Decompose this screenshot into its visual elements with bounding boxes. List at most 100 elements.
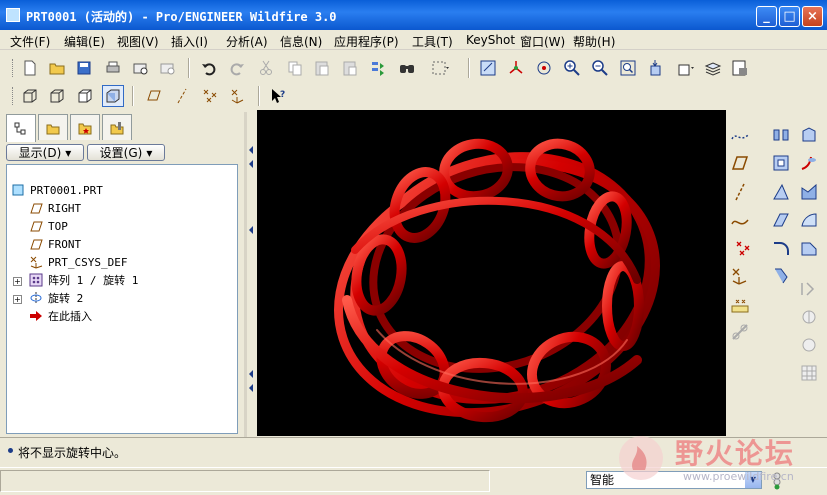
datum-curve-tool-icon[interactable] (729, 209, 751, 231)
extrude-tool-icon[interactable] (770, 124, 792, 146)
merge-tool-icon[interactable] (798, 306, 820, 328)
menu-file[interactable]: 文件(F) (10, 33, 50, 50)
display-dropdown[interactable]: 显示(D) ▾ (6, 144, 84, 161)
context-help-icon[interactable]: ? (267, 85, 289, 107)
graphics-window[interactable] (257, 110, 726, 436)
view-manager-icon[interactable] (729, 57, 751, 79)
csys-tool-icon[interactable] (729, 265, 751, 287)
shading-icon[interactable] (102, 85, 124, 107)
menu-applications[interactable]: 应用程序(P) (334, 33, 399, 50)
paste-icon[interactable] (311, 57, 333, 79)
round-tool-icon[interactable] (770, 237, 792, 259)
open-folder-icon[interactable] (46, 57, 68, 79)
menu-tools[interactable]: 工具(T) (412, 33, 453, 50)
rib-tool-icon[interactable] (798, 181, 820, 203)
tab-connections[interactable] (102, 114, 132, 140)
datum-axis-tool-icon[interactable] (729, 181, 751, 203)
find-binoculars-icon[interactable] (396, 57, 418, 79)
trim-tool-icon[interactable] (798, 334, 820, 356)
toolbar-main (0, 54, 827, 82)
regenerate-icon[interactable] (367, 57, 389, 79)
menu-help[interactable]: 帮助(H) (573, 33, 615, 50)
menu-window[interactable]: 窗口(W) (520, 33, 565, 50)
navigator-panel: 显示(D) ▾ 设置(G) ▾ PRT0001.PRT RIGHT TOP FRON… (0, 112, 243, 437)
draft-tool-icon[interactable] (770, 181, 792, 203)
copy-icon[interactable] (284, 57, 306, 79)
feature-toolbar (726, 110, 827, 436)
svg-text:?: ? (280, 90, 285, 100)
zoom-in-icon[interactable] (561, 57, 583, 79)
print-icon[interactable] (102, 57, 124, 79)
sketch-datum-icon[interactable] (729, 124, 751, 146)
menu-edit[interactable]: 编辑(E) (64, 33, 105, 50)
refit-icon[interactable] (617, 57, 639, 79)
model-tree: PRT0001.PRT RIGHT TOP FRONT PRT_CSYS_DEF… (6, 164, 238, 434)
settings-dropdown[interactable]: 设置(G) ▾ (87, 144, 165, 161)
orient-mode-icon[interactable] (533, 57, 555, 79)
tree-item-right[interactable]: RIGHT (28, 200, 81, 216)
pattern-grid-icon[interactable] (798, 362, 820, 384)
pattern-icon (28, 273, 44, 287)
selection-box-dropdown[interactable] (424, 57, 456, 79)
tree-item-revolve[interactable]: 旋转 2 (28, 290, 83, 306)
datum-planes-toggle-icon[interactable] (142, 85, 164, 107)
expand-toggle-pattern[interactable]: + (13, 277, 22, 286)
csys-toggle-icon[interactable] (227, 85, 249, 107)
no-hidden-icon[interactable] (74, 85, 96, 107)
blend-tool-icon[interactable] (770, 209, 792, 231)
save-icon[interactable] (73, 57, 95, 79)
tab-folder-browser[interactable] (38, 114, 68, 140)
tree-item-pattern[interactable]: 阵列 1 / 旋转 1 (28, 272, 138, 288)
hole-tool-icon[interactable] (770, 265, 792, 287)
mirror-tool-icon[interactable] (798, 278, 820, 300)
close-button[interactable]: × (802, 6, 823, 27)
status-field (0, 470, 490, 492)
forum-watermark: 野火论坛 www.proewildfire.cn (613, 430, 825, 492)
info-bullet-icon (8, 448, 13, 453)
datum-axes-toggle-icon[interactable] (171, 85, 193, 107)
undo-icon[interactable] (198, 57, 220, 79)
tree-item-csys[interactable]: PRT_CSYS_DEF (28, 254, 127, 270)
maximize-button[interactable]: □ (779, 6, 800, 27)
menu-analysis[interactable]: 分析(A) (226, 33, 268, 50)
menu-insert[interactable]: 插入(I) (171, 33, 208, 50)
minimize-button[interactable]: _ (756, 6, 777, 27)
analysis-feature-icon[interactable] (729, 293, 751, 315)
spin-center-icon[interactable] (505, 57, 527, 79)
redraw-icon[interactable] (477, 57, 499, 79)
expand-toggle-revolve[interactable]: + (13, 295, 22, 304)
new-file-icon[interactable] (19, 57, 41, 79)
cut-icon[interactable] (255, 57, 277, 79)
saved-views-icon[interactable] (673, 57, 699, 79)
tree-item-insert-here[interactable]: 在此插入 (28, 308, 92, 324)
redo-icon[interactable] (226, 57, 248, 79)
tree-item-front[interactable]: FRONT (28, 236, 81, 252)
datum-plane-tool-icon[interactable] (729, 152, 751, 174)
menu-bar: 文件(F) 编辑(E) 视图(V) 插入(I) 分析(A) 信息(N) 应用程序… (0, 30, 827, 50)
wireframe-icon[interactable] (19, 85, 41, 107)
shell-tool-icon[interactable] (770, 152, 792, 174)
csys-icon (28, 255, 44, 269)
tree-item-top[interactable]: TOP (28, 218, 68, 234)
tree-item-part[interactable]: PRT0001.PRT (10, 182, 103, 198)
paste-special-icon[interactable] (339, 57, 361, 79)
menu-info[interactable]: 信息(N) (280, 33, 322, 50)
tab-model-tree[interactable] (6, 114, 36, 142)
hidden-line-icon[interactable] (46, 85, 68, 107)
datum-points-toggle-icon[interactable] (199, 85, 221, 107)
layers-icon[interactable] (702, 57, 724, 79)
chain-tool-icon[interactable] (729, 321, 751, 343)
revolve-tool-icon[interactable] (798, 124, 820, 146)
email-icon[interactable] (129, 57, 151, 79)
datum-point-tool-icon[interactable] (729, 237, 761, 259)
tab-favorites[interactable] (70, 114, 100, 140)
reorient-icon[interactable] (645, 57, 667, 79)
menu-keyshot[interactable]: KeyShot (466, 33, 515, 47)
sweep-tool-icon[interactable] (798, 152, 820, 174)
menu-view[interactable]: 视图(V) (117, 33, 159, 50)
panel-splitter[interactable] (243, 112, 257, 437)
email-link-icon[interactable] (156, 57, 178, 79)
zoom-out-icon[interactable] (589, 57, 611, 79)
chamfer-tool-icon[interactable] (798, 237, 820, 259)
boundary-blend-icon[interactable] (798, 209, 820, 231)
